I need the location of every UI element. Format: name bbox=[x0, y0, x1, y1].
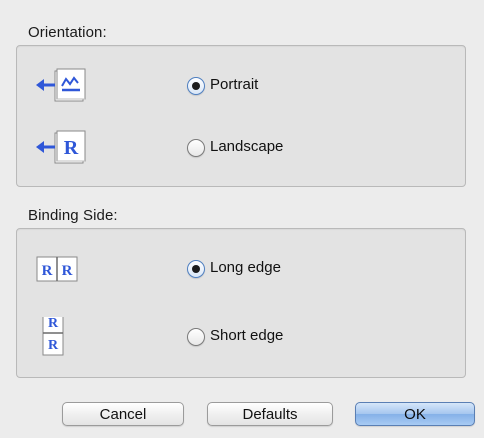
portrait-radio-dot bbox=[192, 82, 200, 90]
orientation-group: Portrait R Landscape bbox=[16, 45, 466, 187]
landscape-radio-circle bbox=[187, 139, 205, 157]
short-edge-radio[interactable] bbox=[187, 328, 205, 346]
long-edge-label[interactable]: Long edge bbox=[210, 259, 281, 276]
defaults-button[interactable]: Defaults bbox=[207, 402, 333, 426]
long-edge-left-letter: R bbox=[42, 263, 53, 279]
portrait-orientation-icon bbox=[36, 68, 86, 102]
orientation-option-landscape: R Landscape bbox=[17, 128, 465, 168]
landscape-radio[interactable] bbox=[187, 139, 205, 157]
cancel-button[interactable]: Cancel bbox=[62, 402, 184, 426]
landscape-label[interactable]: Landscape bbox=[210, 138, 283, 155]
short-edge-binding-icon: R R bbox=[42, 317, 64, 356]
short-edge-label[interactable]: Short edge bbox=[210, 327, 283, 344]
ok-button[interactable]: OK bbox=[355, 402, 475, 426]
long-edge-right-letter: R bbox=[62, 263, 73, 279]
binding-side-title: Binding Side: bbox=[28, 207, 118, 224]
binding-side-group: R R Long edge R R Short edge bbox=[16, 228, 466, 378]
short-edge-bottom-letter: R bbox=[48, 338, 59, 353]
portrait-label[interactable]: Portrait bbox=[210, 76, 258, 93]
orientation-title: Orientation: bbox=[28, 24, 107, 41]
portrait-radio[interactable] bbox=[187, 77, 205, 95]
long-edge-radio-dot bbox=[192, 265, 200, 273]
landscape-orientation-icon: R bbox=[36, 130, 86, 164]
long-edge-binding-icon: R R bbox=[36, 256, 78, 282]
binding-option-short-edge: R R Short edge bbox=[17, 317, 465, 357]
orientation-option-portrait: Portrait bbox=[17, 66, 465, 106]
long-edge-radio[interactable] bbox=[187, 260, 205, 278]
binding-option-long-edge: R R Long edge bbox=[17, 249, 465, 289]
short-edge-radio-circle bbox=[187, 328, 205, 346]
landscape-icon-letter: R bbox=[64, 137, 79, 159]
short-edge-top-letter: R bbox=[48, 317, 59, 331]
